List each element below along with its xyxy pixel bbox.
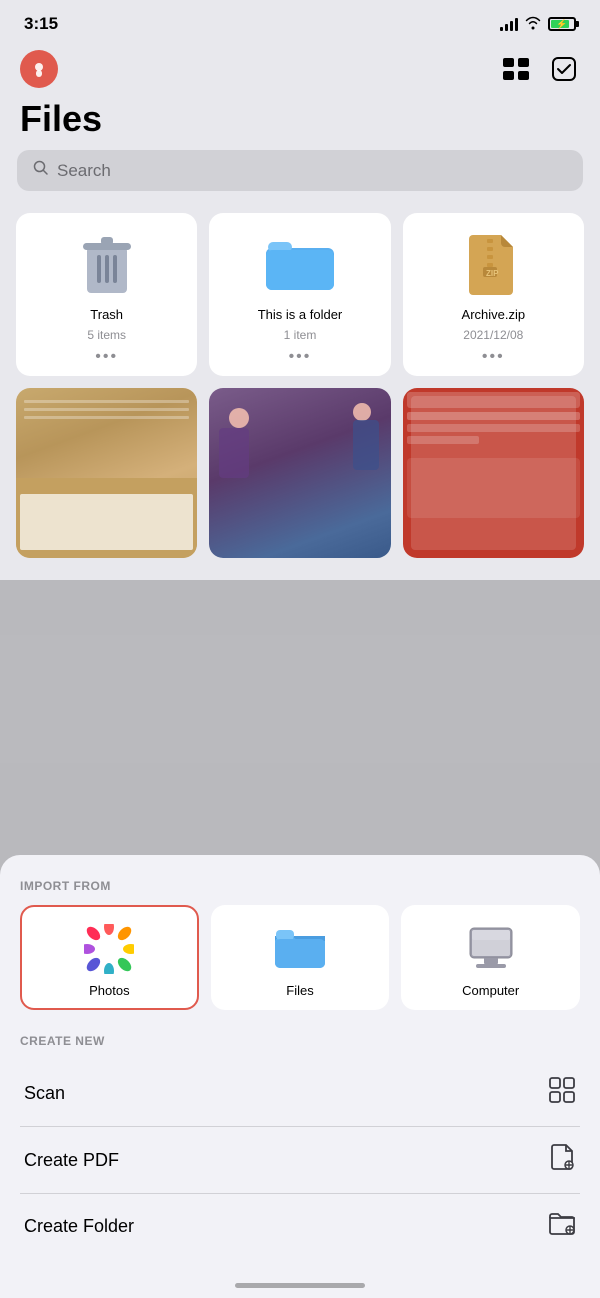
photos-icon — [83, 923, 135, 975]
create-pdf-icon — [550, 1143, 576, 1177]
import-section-label: IMPORT FROM — [20, 879, 580, 893]
battery-icon: ⚡ — [548, 17, 576, 31]
status-bar: 3:15 ⚡ — [0, 0, 600, 42]
trash-icon — [71, 229, 143, 301]
file-more-zip[interactable]: ••• — [482, 348, 505, 366]
import-files-label: Files — [286, 983, 313, 998]
import-photos-label: Photos — [89, 983, 129, 998]
zip-icon: ZIP — [457, 229, 529, 301]
search-icon — [33, 160, 49, 181]
status-icons: ⚡ — [500, 16, 576, 33]
search-container[interactable]: Search — [0, 150, 600, 205]
create-pdf-label: Create PDF — [24, 1150, 119, 1171]
folder-icon — [264, 229, 336, 301]
import-photos-button[interactable]: Photos — [20, 905, 199, 1010]
file-meta-zip: 2021/12/08 — [463, 328, 523, 342]
create-folder-menu-item[interactable]: Create Folder — [20, 1194, 580, 1258]
wifi-icon — [524, 16, 542, 33]
file-card-zip[interactable]: ZIP Archive.zip 2021/12/08 ••• — [403, 213, 584, 376]
photo-card-people[interactable] — [209, 388, 390, 558]
page-title: Files — [20, 98, 580, 140]
signal-icon — [500, 17, 518, 31]
file-grid-row1: Trash 5 items ••• This is a folder 1 ite… — [16, 213, 584, 376]
app-logo[interactable] — [20, 50, 58, 88]
computer-icon — [465, 923, 517, 975]
scan-label: Scan — [24, 1083, 65, 1104]
status-time: 3:15 — [24, 14, 58, 34]
file-name-folder: This is a folder — [258, 307, 343, 322]
import-icons-row: Photos Files — [20, 905, 580, 1010]
import-computer-button[interactable]: Computer — [401, 905, 580, 1010]
create-new-label: CREATE NEW — [20, 1034, 580, 1048]
grid-view-button[interactable] — [500, 53, 532, 85]
file-more-trash[interactable]: ••• — [95, 348, 118, 366]
create-folder-label: Create Folder — [24, 1216, 134, 1237]
file-card-folder[interactable]: This is a folder 1 item ••• — [209, 213, 390, 376]
file-more-folder[interactable]: ••• — [289, 348, 312, 366]
file-meta-folder: 1 item — [284, 328, 317, 342]
import-files-button[interactable]: Files — [211, 905, 390, 1010]
page-title-section: Files — [0, 94, 600, 150]
files-icon — [274, 923, 326, 975]
file-name-trash: Trash — [90, 307, 123, 322]
file-name-zip: Archive.zip — [462, 307, 526, 322]
home-indicator — [235, 1283, 365, 1288]
file-card-trash[interactable]: Trash 5 items ••• — [16, 213, 197, 376]
file-meta-trash: 5 items — [87, 328, 126, 342]
search-bar[interactable]: Search — [17, 150, 583, 191]
create-pdf-menu-item[interactable]: Create PDF — [20, 1127, 580, 1194]
svg-text:ZIP: ZIP — [486, 269, 499, 278]
header-actions — [500, 53, 580, 85]
select-button[interactable] — [548, 53, 580, 85]
scan-icon — [548, 1076, 576, 1110]
scan-menu-item[interactable]: Scan — [20, 1060, 580, 1127]
file-grid: Trash 5 items ••• This is a folder 1 ite… — [0, 205, 600, 566]
create-folder-icon — [548, 1210, 576, 1242]
bottom-sheet-overlay: IMPORT FROM — [0, 580, 600, 1298]
bottom-sheet: IMPORT FROM — [0, 855, 600, 1298]
import-computer-label: Computer — [462, 983, 519, 998]
photo-card-receipt[interactable] — [16, 388, 197, 558]
search-input[interactable]: Search — [57, 161, 111, 181]
app-header — [0, 42, 600, 94]
photo-card-screenshot[interactable] — [403, 388, 584, 558]
create-new-section: CREATE NEW Scan Create PDF — [20, 1034, 580, 1258]
file-grid-row2 — [16, 388, 584, 558]
